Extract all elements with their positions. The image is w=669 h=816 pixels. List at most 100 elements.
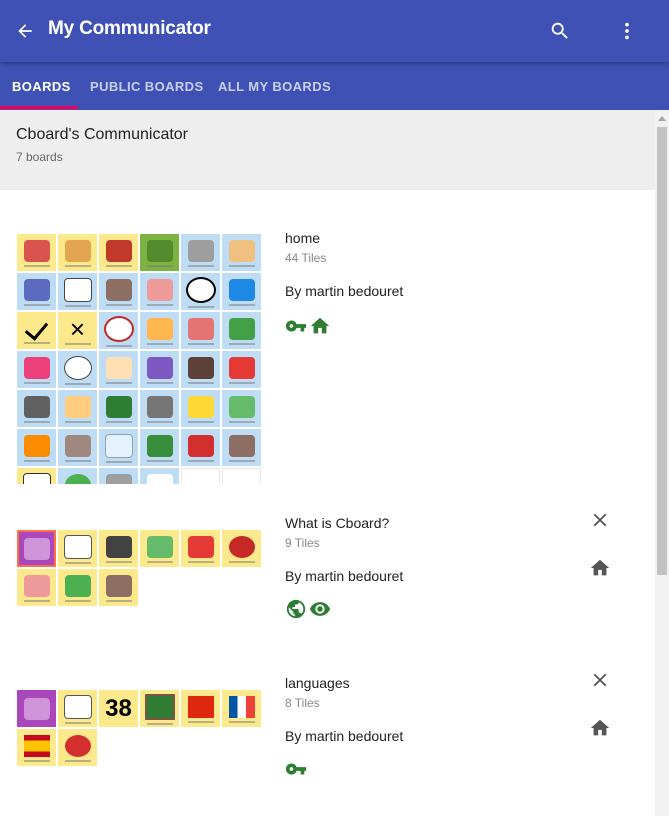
thumbnail-tile (99, 530, 138, 567)
thumbnail-tile (222, 351, 261, 388)
thumbnail-tile (58, 530, 97, 567)
close-icon (593, 513, 607, 527)
board-thumbnail[interactable] (17, 530, 261, 606)
thumbnail-tile: × (58, 312, 97, 349)
scroll-up-arrow[interactable] (658, 116, 666, 121)
thumbnail-tile (222, 690, 261, 727)
thumbnail-tile (17, 468, 56, 484)
public-icon (285, 598, 307, 620)
thumbnail-tile (222, 429, 261, 466)
thumbnail-tile (17, 690, 56, 727)
active-tab-indicator (0, 106, 78, 109)
thumbnail-tile (17, 312, 56, 349)
thumbnail-tile (140, 530, 179, 567)
board-tile-count: 44 Tiles (285, 251, 327, 265)
thumbnail-tile (99, 351, 138, 388)
arrow-back-icon (18, 24, 32, 38)
board-thumbnail[interactable]: 38 (17, 690, 261, 766)
thumbnail-tile (181, 390, 220, 427)
more-vert-icon (625, 22, 629, 40)
thumbnail-tile (99, 390, 138, 427)
board-name[interactable]: What is Cboard? (285, 515, 389, 531)
visibility-icon (309, 598, 331, 620)
thumbnail-tile (181, 530, 220, 567)
thumbnail-tile (17, 273, 56, 310)
thumbnail-tile (17, 351, 56, 388)
thumbnail-tile (181, 312, 220, 349)
thumbnail-tile (17, 729, 56, 766)
board-author: By martin bedouret (285, 728, 404, 744)
board-item-languages[interactable]: 38 languages 8 Tiles By martin bedouret (0, 650, 655, 816)
thumbnail-tile (58, 468, 97, 484)
thumbnail-number: 38 (105, 694, 132, 722)
tab-bar: BOARDS PUBLIC BOARDS ALL MY BOARDS (0, 62, 669, 110)
thumbnail-tile (99, 312, 138, 349)
thumbnail-tile (140, 690, 179, 727)
thumbnail-tile (58, 351, 97, 388)
thumbnail-tile (17, 429, 56, 466)
communicator-header: Cboard's Communicator 7 boards (0, 110, 655, 190)
thumbnail-tile (181, 690, 220, 727)
delete-board-button[interactable] (588, 508, 612, 532)
set-root-board-button[interactable] (588, 556, 612, 580)
thumbnail-tile (222, 390, 261, 427)
thumbnail-tile (58, 569, 97, 606)
back-button[interactable] (11, 17, 39, 45)
thumbnail-tile (99, 429, 138, 466)
home-icon (590, 559, 610, 576)
thumbnail-tile (58, 273, 97, 310)
thumbnail-tile (17, 390, 56, 427)
thumbnail-tile (140, 429, 179, 466)
thumbnail-tile (17, 530, 56, 567)
more-options-button[interactable] (613, 17, 641, 45)
close-icon (593, 673, 607, 687)
delete-board-button[interactable] (588, 668, 612, 692)
thumbnail-tile (222, 312, 261, 349)
thumbnail-tile (140, 312, 179, 349)
tab-public-boards[interactable]: PUBLIC BOARDS (90, 79, 204, 94)
thumbnail-tile (222, 234, 261, 271)
thumbnail-tile (140, 390, 179, 427)
thumbnail-tile (181, 429, 220, 466)
thumbnail-tile (140, 234, 179, 271)
scrollbar-thumb[interactable] (657, 127, 667, 575)
thumbnail-tile (181, 468, 220, 484)
board-item-what-is-cboard[interactable]: What is Cboard? 9 Tiles By martin bedour… (0, 490, 655, 650)
tab-all-my-boards[interactable]: ALL MY BOARDS (218, 79, 331, 94)
thumbnail-tile (140, 273, 179, 310)
thumbnail-tile (140, 468, 179, 484)
board-item-home[interactable]: × home 44 Tiles By martin bedouret (0, 190, 655, 490)
thumbnail-tile (99, 234, 138, 271)
set-root-board-button[interactable] (588, 716, 612, 740)
thumbnail-tile (222, 273, 261, 310)
home-icon (309, 315, 331, 337)
board-thumbnail[interactable]: × (17, 234, 261, 484)
thumbnail-tile (58, 234, 97, 271)
thumbnail-tile (181, 273, 220, 310)
home-icon (590, 719, 610, 736)
scrollbar[interactable] (655, 110, 669, 816)
board-name[interactable]: languages (285, 675, 350, 691)
search-icon (551, 22, 568, 39)
key-icon (285, 315, 307, 337)
board-author: By martin bedouret (285, 283, 404, 299)
thumbnail-tile (99, 273, 138, 310)
communicator-title: Cboard's Communicator (16, 126, 189, 143)
search-button[interactable] (546, 17, 574, 45)
tab-boards[interactable]: BOARDS (12, 79, 71, 94)
thumbnail-tile (58, 729, 97, 766)
board-badges (285, 315, 331, 337)
thumbnail-tile (181, 234, 220, 271)
board-author: By martin bedouret (285, 568, 404, 584)
thumbnail-tile (17, 234, 56, 271)
thumbnail-tile: 38 (99, 690, 138, 727)
thumbnail-tile (58, 690, 97, 727)
thumbnail-tile (17, 569, 56, 606)
thumbnail-tile (58, 429, 97, 466)
key-icon (285, 758, 307, 780)
board-tile-count: 8 Tiles (285, 696, 320, 710)
board-badges (285, 598, 331, 620)
board-name[interactable]: home (285, 230, 320, 246)
page-title: My Communicator (48, 18, 211, 39)
thumbnail-tile (222, 530, 261, 567)
